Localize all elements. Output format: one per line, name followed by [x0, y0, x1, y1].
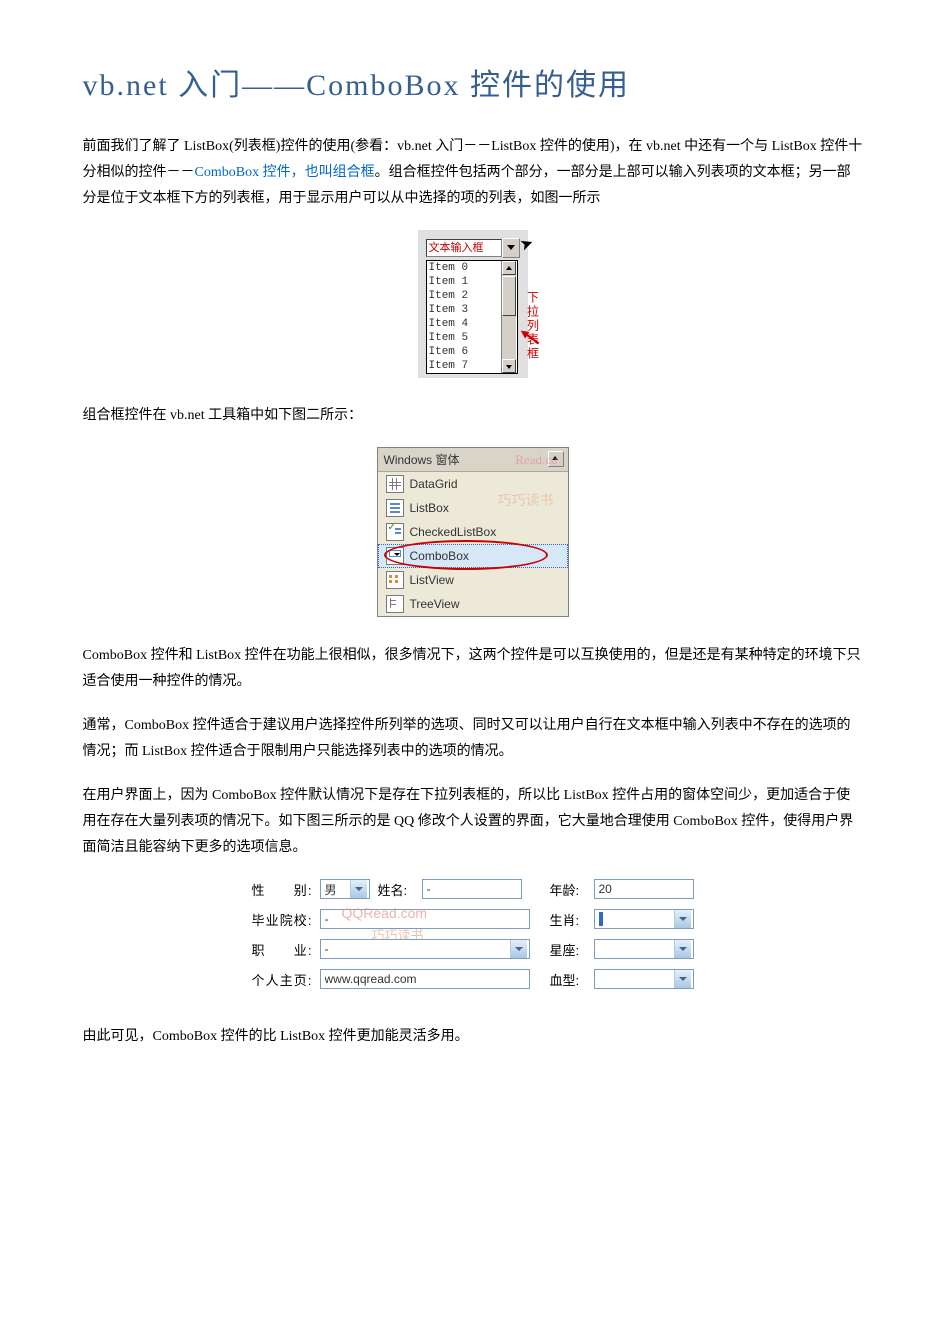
paragraph-1: 前面我们了解了 ListBox(列表框)控件的使用(参看：vb.net 入门－－…	[83, 134, 863, 212]
list-item[interactable]: Item 5	[429, 331, 501, 345]
figure-2: Windows 窗体 DataGrid ListBox CheckedListB…	[83, 447, 863, 618]
list-item[interactable]: Item 7	[429, 359, 501, 373]
checkedlistbox-icon	[386, 523, 404, 541]
fig1-annotation: 下拉列表框	[525, 291, 541, 361]
toolbox-item-checkedlistbox[interactable]: CheckedListBox	[378, 520, 568, 544]
toolbox-item-treeview[interactable]: TreeView	[378, 592, 568, 616]
gender-value: 男	[323, 881, 350, 898]
list-item[interactable]: Item 1	[429, 275, 501, 289]
cursor-icon: ➤	[517, 232, 536, 255]
fig1-dropdown-button[interactable]	[502, 238, 520, 258]
listview-icon	[386, 571, 404, 589]
job-value: -	[323, 942, 510, 956]
toolbox-item-datagrid[interactable]: DataGrid	[378, 472, 568, 496]
chevron-down-icon[interactable]	[350, 880, 367, 898]
blood-label: 血型:	[550, 970, 586, 989]
listbox-icon	[386, 499, 404, 517]
fig1-listbox[interactable]: Item 0 Item 1 Item 2 Item 3 Item 4 Item …	[426, 260, 518, 374]
fig2-header-label: Windows 窗体	[384, 453, 460, 467]
datagrid-icon	[386, 475, 404, 493]
toolbox-item-label: ListBox	[410, 501, 449, 515]
scroll-down-icon[interactable]	[502, 359, 516, 373]
scroll-thumb[interactable]	[502, 276, 516, 316]
zodiac-select[interactable]	[594, 909, 694, 929]
paragraph-2: 组合框控件在 vb.net 工具箱中如下图二所示：	[83, 403, 863, 429]
toolbox-item-listbox[interactable]: ListBox	[378, 496, 568, 520]
toolbox-item-combobox[interactable]: ComboBox	[378, 544, 568, 568]
chevron-down-icon[interactable]	[674, 910, 691, 928]
paragraph-4: 通常，ComboBox 控件适合于建议用户选择控件所列举的选项、同时又可以让用户…	[83, 713, 863, 765]
school-input[interactable]	[320, 909, 530, 929]
name-label: 姓名:	[378, 880, 414, 899]
toolbox-item-label: ComboBox	[410, 549, 469, 563]
gender-select[interactable]: 男	[320, 879, 370, 899]
figure-3: QQRead.com 巧巧读书 WWW.POLUOLUO.COM 性 别: 男 …	[83, 879, 863, 999]
chevron-down-icon[interactable]	[510, 940, 527, 958]
fig1-textbox[interactable]: 文本输入框	[426, 239, 502, 257]
toolbox-item-label: ListView	[410, 573, 454, 587]
zodiac-value	[599, 912, 603, 926]
school-label: 毕业院校:	[252, 910, 312, 929]
paragraph-3: ComboBox 控件和 ListBox 控件在功能上很相似，很多情况下，这两个…	[83, 643, 863, 695]
constellation-select[interactable]	[594, 939, 694, 959]
homepage-label: 个人主页:	[252, 970, 312, 989]
list-item[interactable]: Item 3	[429, 303, 501, 317]
figure-1: 文本输入框 ➤ Item 0 Item 1 Item 2 Item 3 Item…	[83, 230, 863, 378]
blood-select[interactable]	[594, 969, 694, 989]
homepage-input[interactable]	[320, 969, 530, 989]
treeview-icon	[386, 595, 404, 613]
page-title: vb.net 入门——ComboBox 控件的使用	[83, 60, 863, 104]
scroll-up-icon[interactable]	[502, 261, 516, 275]
toolbox-item-label: TreeView	[410, 597, 460, 611]
fig1-scrollbar[interactable]	[501, 261, 516, 373]
p1-link-combobox[interactable]: ComboBox 控件，也叫组合框	[195, 165, 375, 180]
collapse-up-icon[interactable]	[548, 451, 564, 467]
gender-label: 性 别:	[252, 880, 312, 899]
zodiac-label: 生肖:	[550, 910, 586, 929]
paragraph-6: 由此可见，ComboBox 控件的比 ListBox 控件更加能灵活多用。	[83, 1024, 863, 1050]
list-item[interactable]: Item 4	[429, 317, 501, 331]
toolbox-item-label: DataGrid	[410, 477, 458, 491]
combobox-icon	[386, 547, 404, 565]
age-label: 年龄:	[550, 880, 586, 899]
constellation-label: 星座:	[550, 940, 586, 959]
age-input[interactable]	[594, 879, 694, 899]
chevron-down-icon[interactable]	[674, 970, 691, 988]
toolbox-item-listview[interactable]: ListView	[378, 568, 568, 592]
job-label: 职 业:	[252, 940, 312, 959]
list-item[interactable]: Item 2	[429, 289, 501, 303]
chevron-down-icon[interactable]	[674, 940, 691, 958]
toolbox-item-label: CheckedListBox	[410, 525, 497, 539]
fig1-textbox-label: 文本输入框	[429, 241, 484, 254]
name-input[interactable]	[422, 879, 522, 899]
paragraph-5: 在用户界面上，因为 ComboBox 控件默认情况下是存在下拉列表框的，所以比 …	[83, 783, 863, 861]
job-select[interactable]: -	[320, 939, 530, 959]
list-item[interactable]: Item 0	[429, 261, 501, 275]
fig2-header[interactable]: Windows 窗体	[378, 448, 568, 472]
list-item[interactable]: Item 6	[429, 345, 501, 359]
